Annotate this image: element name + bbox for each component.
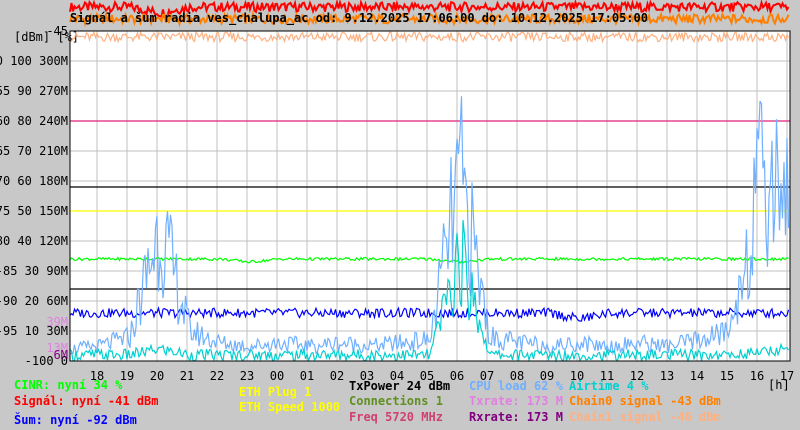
rate-tick-label: 39M [46, 315, 68, 329]
x-tick-label: 00 [270, 369, 284, 383]
x-tick-label: 20 [150, 369, 164, 383]
x-axis-label: [h] [768, 378, 790, 392]
y-axis-label: [dBm] [%] [14, 30, 79, 44]
legend-connections: Connections 1 [349, 394, 443, 408]
x-tick-label: 01 [300, 369, 314, 383]
y-tick-label: -80 40 120M [0, 234, 68, 248]
x-tick-label: 02 [330, 369, 344, 383]
legend-eth-plug: ETH Plug 1 [239, 385, 312, 399]
legend-eth-speed: ETH Speed 1000 [239, 400, 341, 414]
legend-txpower: TxPower 24 dBm [349, 379, 451, 393]
legend-cinr: CINR: nyní 34 % [14, 378, 123, 392]
x-tick-label: 23 [240, 369, 254, 383]
x-tick-label: 21 [180, 369, 194, 383]
legend-rxrate: Rxrate: 173 M [469, 410, 563, 424]
x-tick-label: 15 [720, 369, 734, 383]
x-tick-label: 16 [750, 369, 764, 383]
x-tick-label: 14 [690, 369, 704, 383]
legend-cpu: CPU load 62 % [469, 379, 563, 393]
legend-chain1: Chain1 signal -46 dBm [569, 410, 721, 424]
y-tick-label: -60 80 240M [0, 114, 68, 128]
legend-signal: Signál: nyní -41 dBm [14, 394, 159, 408]
y-tick-label: -65 70 210M [0, 144, 68, 158]
y-tick-label: -75 50 150M [0, 204, 68, 218]
legend-txrate: Txrate: 173 M [469, 394, 563, 408]
y-tick-label: -85 30 90M [0, 264, 68, 278]
rate-tick-label: 6M [54, 348, 68, 362]
chart-container: 18 19 20 21 22 23 00 01 02 03 04 05 06 07 08 09 10 11 12 13… [0, 0, 800, 430]
y-tick-label: -70 60 180M [0, 174, 68, 188]
legend-noise: Šum: nyní -92 dBm [14, 413, 137, 427]
signal-noise-chart: 18 19 20 21 22 23 00 01 02 03 04 05 06 07 08 09 10 11 12 13… [0, 0, 794, 392]
x-tick-label: 06 [450, 369, 464, 383]
x-tick-label: 22 [210, 369, 224, 383]
legend-chain0: Chain0 signal -43 dBm [569, 394, 721, 408]
y-tick-label: -90 20 60M [0, 294, 68, 308]
x-tick-label: 13 [660, 369, 674, 383]
chart-title: Signál a šum radia ves_chalupa_ac od: 9.… [70, 11, 648, 26]
legend-airtime: Airtime 4 % [569, 379, 649, 393]
legend-freq: Freq 5720 MHz [349, 410, 443, 424]
y-tick-label: -55 90 270M [0, 84, 68, 98]
y-tick-label: -50 100 300M [0, 54, 68, 68]
